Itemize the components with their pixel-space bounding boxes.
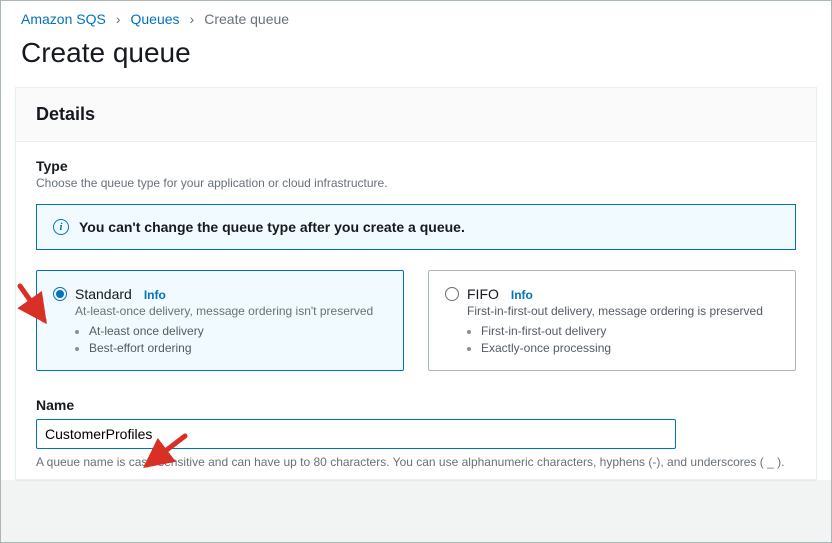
details-header: Details: [36, 104, 796, 125]
info-icon: [53, 219, 69, 235]
radio-standard[interactable]: [53, 287, 67, 301]
queue-name-input[interactable]: [36, 419, 676, 449]
chevron-right-icon: ›: [116, 11, 121, 27]
type-description: Choose the queue type for your applicati…: [36, 176, 796, 190]
info-link-standard[interactable]: Info: [144, 288, 166, 302]
name-hint: A queue name is case-sensitive and can h…: [36, 455, 796, 469]
standard-bullet-1: At-least once delivery: [89, 324, 387, 338]
details-panel: Details Type Choose the queue type for y…: [15, 87, 817, 480]
breadcrumb-current: Create queue: [204, 11, 289, 27]
queue-type-standard-card[interactable]: Standard Info At-least-once delivery, me…: [36, 270, 404, 371]
fifo-title: FIFO: [467, 286, 499, 302]
name-label: Name: [36, 397, 796, 413]
breadcrumb: Amazon SQS › Queues › Create queue: [1, 1, 831, 31]
info-alert: You can't change the queue type after yo…: [36, 204, 796, 250]
page-title: Create queue: [1, 31, 831, 87]
breadcrumb-root[interactable]: Amazon SQS: [21, 11, 106, 27]
standard-bullet-2: Best-effort ordering: [89, 341, 387, 355]
breadcrumb-queues[interactable]: Queues: [131, 11, 180, 27]
standard-subtitle: At-least-once delivery, message ordering…: [75, 304, 387, 318]
info-message: You can't change the queue type after yo…: [79, 219, 465, 235]
chevron-right-icon: ›: [190, 11, 195, 27]
fifo-bullet-2: Exactly-once processing: [481, 341, 779, 355]
fifo-subtitle: First-in-first-out delivery, message ord…: [467, 304, 779, 318]
queue-type-fifo-card[interactable]: FIFO Info First-in-first-out delivery, m…: [428, 270, 796, 371]
type-label: Type: [36, 158, 796, 174]
standard-title: Standard: [75, 286, 132, 302]
radio-fifo[interactable]: [445, 287, 459, 301]
fifo-bullet-1: First-in-first-out delivery: [481, 324, 779, 338]
info-link-fifo[interactable]: Info: [511, 288, 533, 302]
